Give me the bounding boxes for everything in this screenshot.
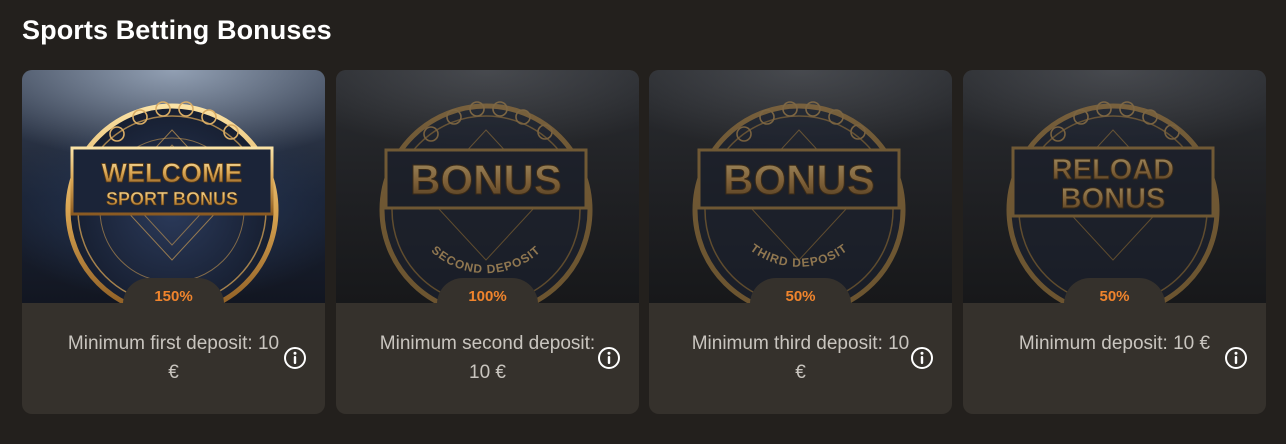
bonus-card-image: BONUS THIRD DEPOSIT — [649, 70, 952, 303]
bonus-card-reload[interactable]: RELOAD BONUS 50% Minimum deposit: 10 € — [963, 70, 1266, 414]
badge-title: RELOAD — [1052, 154, 1174, 186]
info-icon[interactable] — [597, 346, 621, 370]
bonus-card-image: BONUS SECOND DEPOSIT — [336, 70, 639, 303]
badge-title: BONUS — [410, 156, 562, 203]
bonus-description: Minimum third deposit: 10 € — [691, 333, 910, 383]
bonus-description: Minimum deposit: 10 € — [1018, 333, 1211, 354]
badge-title: WELCOME — [102, 158, 243, 188]
welcome-coin-emblem: WELCOME SPORT BONUS — [65, 101, 279, 303]
third-deposit-coin-emblem: BONUS THIRD DEPOSIT — [692, 101, 906, 303]
info-icon[interactable] — [1224, 346, 1248, 370]
bonus-percent: 100% — [468, 288, 507, 305]
bonus-card-image: RELOAD BONUS — [963, 70, 1266, 303]
reload-coin-emblem: RELOAD BONUS — [1006, 101, 1220, 303]
bonus-description: Minimum second deposit: 10 € — [379, 333, 596, 383]
bonus-percent: 50% — [785, 288, 816, 305]
bonus-cards-list: WELCOME SPORT BONUS 150% Minimum first d… — [22, 70, 1266, 414]
bonus-card-third-deposit[interactable]: BONUS THIRD DEPOSIT 50% Minimum third de… — [649, 70, 952, 414]
second-deposit-coin-emblem: BONUS SECOND DEPOSIT — [379, 101, 593, 303]
bonus-card-second-deposit[interactable]: BONUS SECOND DEPOSIT 100% Minimum second… — [336, 70, 639, 414]
bonus-card-image: WELCOME SPORT BONUS — [22, 70, 325, 303]
page-title: Sports Betting Bonuses — [22, 15, 332, 45]
badge-subtitle: BONUS — [1061, 183, 1166, 215]
badge-subtitle: SPORT BONUS — [106, 189, 238, 209]
bonus-card-welcome[interactable]: WELCOME SPORT BONUS 150% Minimum first d… — [22, 70, 325, 414]
badge-title: BONUS — [723, 156, 875, 203]
bonus-description: Minimum first deposit: 10 € — [67, 333, 280, 383]
info-icon[interactable] — [283, 346, 307, 370]
bonus-percent: 50% — [1099, 288, 1130, 305]
info-icon[interactable] — [910, 346, 934, 370]
bonus-percent: 150% — [154, 288, 193, 305]
